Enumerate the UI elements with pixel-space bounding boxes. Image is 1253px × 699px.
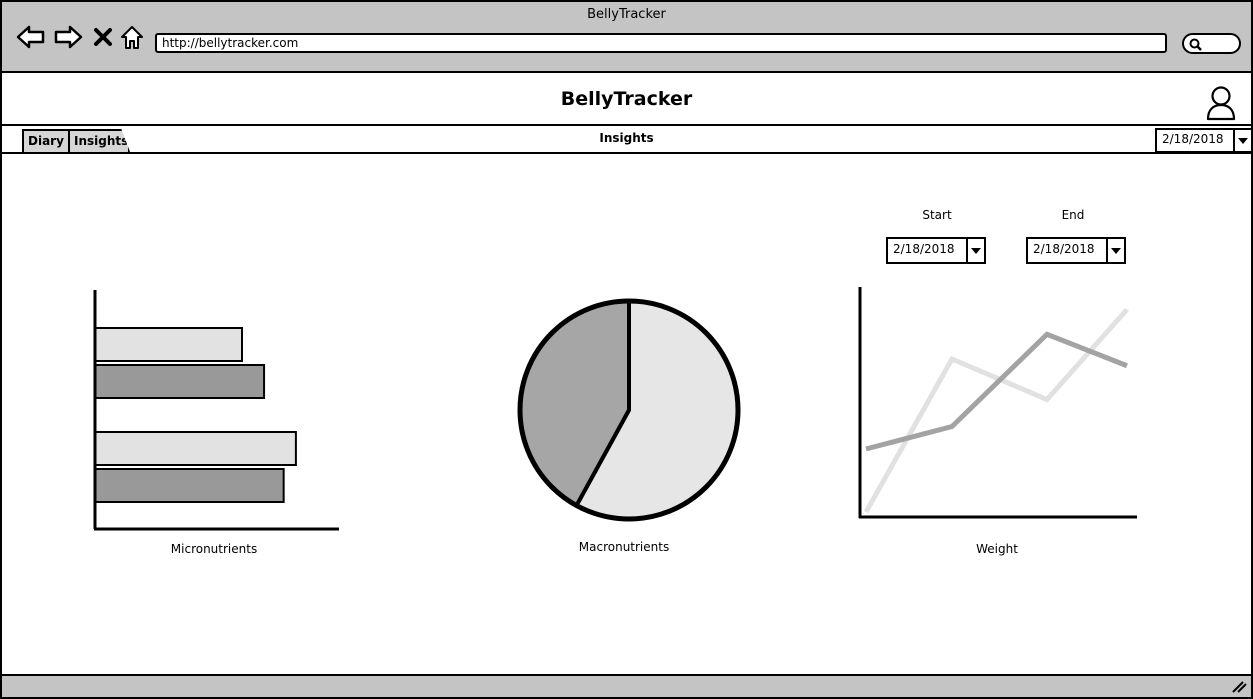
start-label: Start	[922, 208, 952, 222]
end-date-value: 2/18/2018	[1033, 242, 1095, 256]
chevron-down-icon[interactable]	[1233, 130, 1251, 151]
weight-series-line	[865, 331, 1128, 452]
page-date-value: 2/18/2018	[1162, 132, 1224, 146]
micronutrients-bar	[94, 364, 266, 399]
app-title: BellyTracker	[560, 88, 693, 110]
weight-chart	[858, 287, 1137, 519]
forward-arrow-icon[interactable]	[53, 22, 83, 52]
page-date-select[interactable]: 2/18/2018	[1155, 128, 1253, 153]
resize-grip-icon[interactable]	[1231, 681, 1247, 693]
close-icon[interactable]	[88, 22, 118, 52]
browser-chrome: BellyTracker http://bellytracker.com	[2, 2, 1251, 73]
tab-strip: Insights Diary Insights 2/18/2018	[2, 127, 1253, 154]
chevron-down-icon[interactable]	[966, 239, 984, 262]
browser-search-input[interactable]	[1182, 33, 1241, 54]
chevron-down-icon[interactable]	[1106, 239, 1124, 262]
window-title: BellyTracker	[587, 7, 666, 22]
micronutrients-bar	[94, 327, 243, 362]
search-icon	[1189, 38, 1202, 51]
start-date-select[interactable]: 2/18/2018	[886, 237, 986, 264]
micronutrients-chart	[93, 290, 339, 531]
home-icon[interactable]	[117, 22, 147, 52]
macronutrients-label: Macronutrients	[578, 540, 670, 554]
page-title: Insights	[599, 131, 654, 145]
url-input[interactable]: http://bellytracker.com	[155, 33, 1167, 53]
weight-series-line	[863, 307, 1129, 514]
back-arrow-icon[interactable]	[16, 22, 46, 52]
weight-label: Weight	[976, 542, 1018, 556]
macronutrients-chart	[517, 298, 741, 522]
micronutrients-bar	[94, 468, 285, 503]
user-icon[interactable]	[1205, 85, 1237, 125]
end-label: End	[1061, 208, 1085, 222]
end-date-select[interactable]: 2/18/2018	[1026, 237, 1126, 264]
status-bar	[2, 674, 1251, 697]
app-header: BellyTracker	[2, 75, 1251, 126]
micronutrients-label: Micronutrients	[170, 542, 258, 556]
micronutrients-bar	[94, 431, 297, 466]
browser-window: BellyTracker http://bellytracker.com Bel…	[0, 0, 1253, 699]
start-date-value: 2/18/2018	[893, 242, 955, 256]
